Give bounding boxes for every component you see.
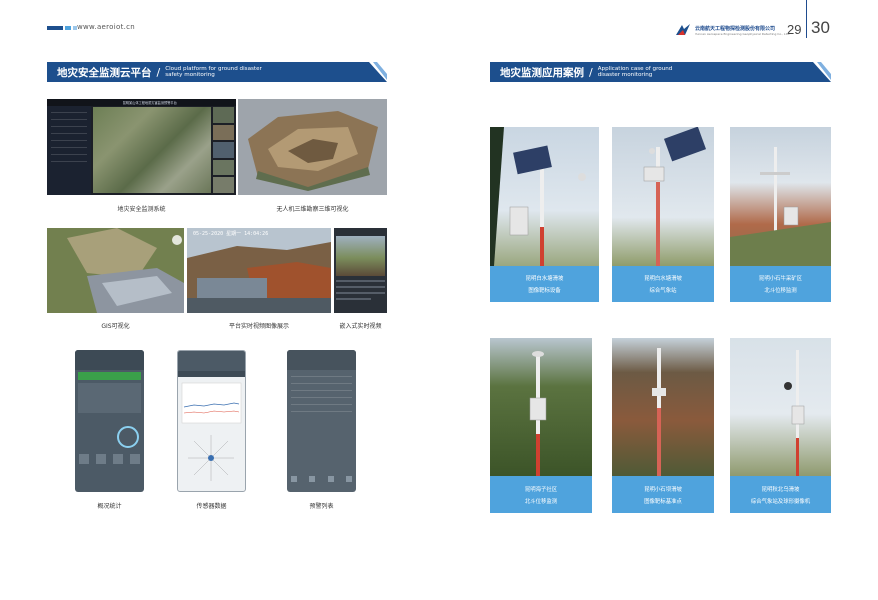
bar-corner-icon [813, 62, 831, 82]
phone-alarm-screen [287, 350, 356, 492]
gis-map-image [47, 228, 184, 313]
realtime-video-image: 05-25-2020 星期一 14:04:26 [187, 228, 331, 313]
case-card: 昆明小石牛采矿区 北斗位移监测 [730, 127, 831, 302]
case-subtitle: 图像靶标基准点 [644, 498, 682, 505]
caption-embedded-video: 嵌入式实时视频 [339, 323, 382, 330]
website-url[interactable]: www.aeroiot.cn [77, 23, 135, 31]
embedded-video-image [334, 228, 387, 313]
case-subtitle: 综合气象站及球形摄像机 [750, 498, 811, 505]
case-photo [490, 127, 599, 266]
caption-realtime-video: 平台实时视频图像展示 [228, 323, 289, 330]
case-card: 昆明海子社区 北斗位移监测 [490, 338, 592, 513]
caption-monitoring-system: 地灾安全监测系统 [117, 206, 166, 213]
case-title: 昆明小石坝滑坡 [644, 486, 682, 493]
case-title: 昆明秋北乌滑坡 [761, 486, 800, 493]
section-title-en: Application case of ground disaster monit… [597, 66, 673, 78]
caption-sensor: 传感器数据 [196, 503, 227, 510]
bar-corner-icon [369, 62, 387, 82]
case-subtitle: 综合气象站 [649, 288, 677, 294]
section-bar-cases: 地灾监测应用案例 / Application case of ground dis… [490, 62, 831, 82]
phone-overview-screen [75, 350, 144, 492]
case-card: 昆明白水塘滑坡 图像靶标设备 [490, 127, 599, 302]
case-title: 昆明小石牛采矿区 [758, 276, 803, 282]
case-title: 昆明海子社区 [524, 486, 558, 493]
case-subtitle: 北斗位移监测 [524, 498, 558, 505]
section-title-cn: 地灾安全监测云平台 [57, 66, 152, 79]
monitoring-system-screenshot: 昆明某山体工程地质灾害监测预警平台 [47, 99, 236, 195]
caption-alarm: 预警列表 [309, 503, 334, 510]
case-card: 昆明秋北乌滑坡 综合气象站及球形摄像机 [730, 338, 831, 513]
case-card: 昆明小石坝滑坡 图像靶标基准点 [612, 338, 714, 513]
caption-overview: 概况统计 [97, 503, 122, 510]
caption-uav-3d: 无人机三维勘察三维可视化 [276, 206, 349, 213]
header-divider [806, 0, 807, 38]
case-photo [612, 127, 714, 266]
case-photo [490, 338, 592, 476]
company-name-cn: 云南航天工程物探检测股份有限公司 [695, 25, 776, 32]
video-timestamp: 05-25-2020 星期一 14:04:26 [193, 231, 269, 237]
case-photo [730, 338, 831, 476]
case-photo [730, 127, 831, 266]
case-title: 昆明白水塘滑坡 [525, 276, 564, 282]
case-title: 昆明白水塘滑坡 [644, 276, 682, 282]
company-logo: 云南航天工程物探检测股份有限公司 Yunnan Aerospace Engine… [674, 23, 790, 37]
phone-sensor-screen [177, 350, 246, 492]
caption-gis: GIS可视化 [101, 323, 130, 330]
case-photo [612, 338, 714, 476]
section-title-cn: 地灾监测应用案例 [500, 66, 584, 79]
page-number-right: 30 [811, 18, 830, 37]
section-title-en: Cloud platform for ground disaster safety… [165, 66, 262, 78]
case-subtitle: 图像靶标设备 [528, 288, 561, 294]
page-number-left: 29 [787, 22, 802, 37]
screen-title: 昆明某山体工程地质灾害监测预警平台 [122, 101, 177, 105]
logo-stripes-icon [47, 26, 77, 30]
section-bar-platform: 地灾安全监测云平台 / Cloud platform for ground di… [47, 62, 387, 82]
company-name-en: Yunnan Aerospace Engineering Geophysical… [695, 31, 790, 36]
uav-3d-model-image [238, 99, 387, 195]
company-logo-icon [676, 24, 690, 35]
case-subtitle: 北斗位移监测 [764, 288, 797, 294]
case-card: 昆明白水塘滑坡 综合气象站 [612, 127, 714, 302]
